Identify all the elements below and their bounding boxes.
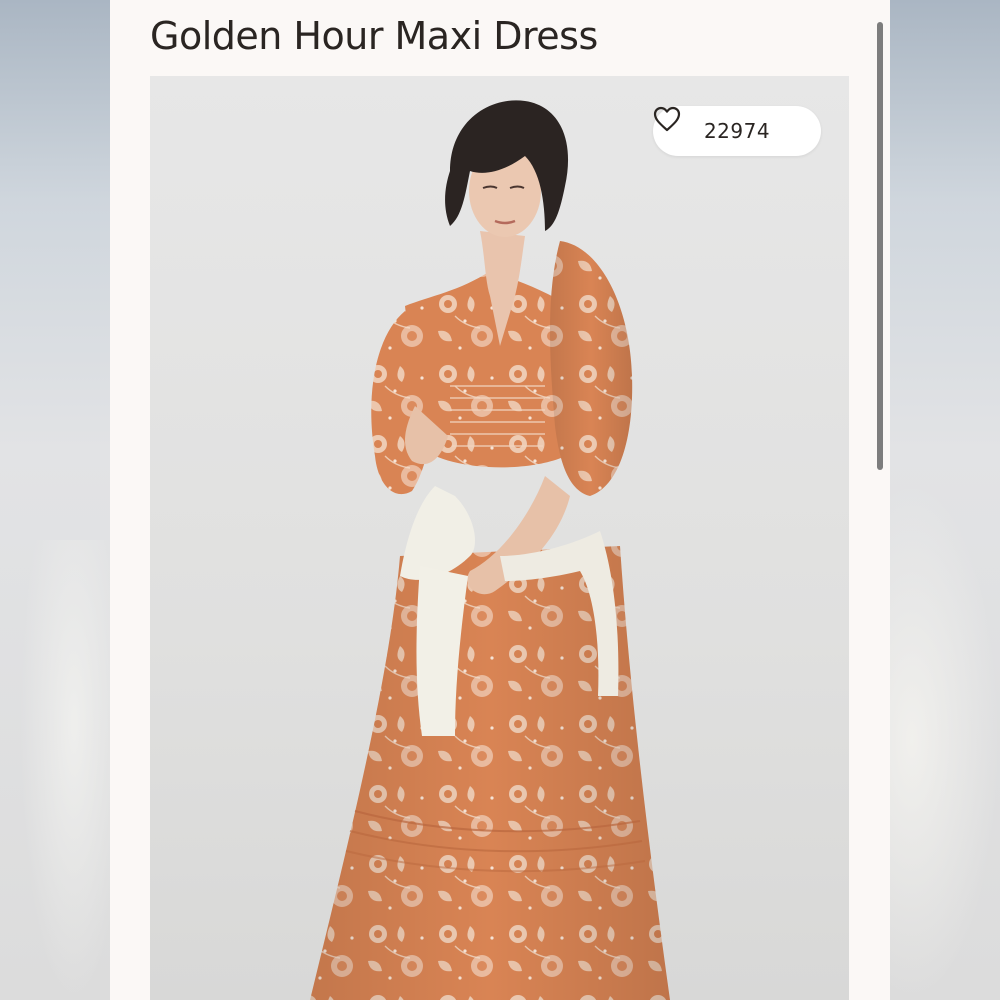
heart-outline-icon: [653, 106, 681, 132]
blurred-background-right: [890, 0, 1000, 1000]
product-title: Golden Hour Maxi Dress: [150, 14, 598, 58]
product-image[interactable]: 22974: [150, 76, 849, 1000]
product-card: Golden Hour Maxi Dress 22974: [110, 0, 890, 1000]
like-button[interactable]: 22974: [653, 106, 821, 156]
screen: Golden Hour Maxi Dress 22974: [0, 0, 1000, 1000]
model-photo-illustration: [310, 100, 670, 1000]
like-count: 22974: [703, 119, 771, 143]
blurred-background-left: [0, 0, 110, 1000]
scrollbar-thumb[interactable]: [877, 22, 883, 470]
